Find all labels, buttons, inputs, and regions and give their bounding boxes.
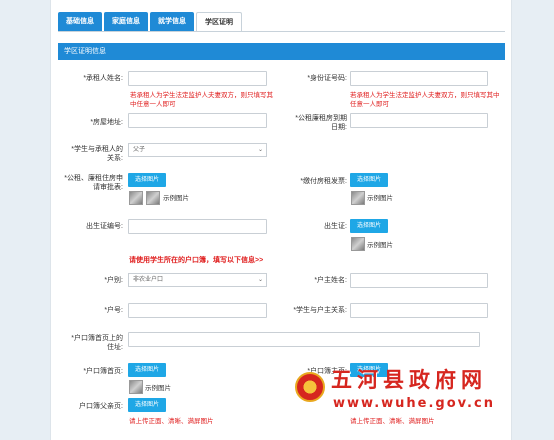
tab-family-info[interactable]: 家庭信息 xyxy=(104,12,148,31)
tab-bar: 基础信息 家庭信息 就学信息 学区证明 xyxy=(58,12,244,31)
chevron-down-icon: ⌄ xyxy=(257,147,263,153)
watermark-title: 五河县政府网 xyxy=(331,367,487,392)
lease-doc-sample-label: 示例图片 xyxy=(163,195,189,202)
rent-invoice-label: *缴付房租发票: xyxy=(300,178,347,185)
lease-expiry-input[interactable] xyxy=(350,113,488,128)
lease-expiry-label: *公租廉租房到期日期: xyxy=(295,115,347,131)
birth-cert-sample-label: 示例图片 xyxy=(367,242,393,249)
birth-cert-sample-thumbnail[interactable] xyxy=(351,237,365,251)
tab-school-info[interactable]: 就学信息 xyxy=(150,12,194,31)
birth-cert-choose-button[interactable]: 选择图片 xyxy=(350,219,388,233)
relation-renter-value: 父子 xyxy=(133,147,146,153)
id-number-label: *身份证号码: xyxy=(307,75,347,82)
householder-name-label: *户主姓名: xyxy=(314,277,347,284)
hukou-type-select[interactable]: 非农业户口 ⌄ xyxy=(128,273,267,287)
tab-district-proof[interactable]: 学区证明 xyxy=(196,12,242,31)
rent-invoice-sample-thumbnail[interactable] xyxy=(351,191,365,205)
hukou-first-page-sample-label: 示例图片 xyxy=(145,385,171,392)
id-number-input[interactable] xyxy=(350,71,488,86)
hukou-parent-page-choose-button[interactable]: 选择图片 xyxy=(128,398,166,412)
hukou-parent-page-label: 户口簿父亲页: xyxy=(79,403,123,410)
rent-invoice-sample-label: 示例图片 xyxy=(367,195,393,202)
hukou-no-label: *户号: xyxy=(104,307,123,314)
relation-householder-input[interactable] xyxy=(350,303,488,318)
house-address-input[interactable] xyxy=(128,113,267,128)
hukou-address-label: *户口簿首页上的住址: xyxy=(71,335,123,351)
hukou-address-input[interactable] xyxy=(128,332,480,347)
tab-divider xyxy=(58,31,505,32)
birth-cert-no-label: 出生证编号: xyxy=(86,223,123,230)
hukou-first-page-label: *户口簿首页: xyxy=(83,368,123,375)
house-address-label: *房屋地址: xyxy=(90,119,123,126)
hukou-upload-warning: 请上传正面、清晰、满屏图片 xyxy=(129,418,214,425)
birth-cert-label: 出生证: xyxy=(324,223,347,230)
relation-renter-select[interactable]: 父子 ⌄ xyxy=(128,143,267,157)
hukou-type-value: 非农业户口 xyxy=(133,277,164,283)
hukou-type-label: *户别: xyxy=(104,277,123,284)
lease-doc-sample-thumbnail[interactable] xyxy=(146,191,160,205)
renter-warning: 若承租人为学生法定监护人夫妻双方，则只填写其中任意一人即可 xyxy=(130,92,273,108)
hukou-first-page-sample-thumbnail[interactable] xyxy=(129,380,143,394)
watermark: 五河县政府网 www.wuhe.gov.cn xyxy=(295,364,511,426)
section-header: 学区证明信息 xyxy=(58,43,505,60)
relation-renter-label: *学生与承租人的关系: xyxy=(71,146,123,162)
hukou-first-page-choose-button[interactable]: 选择图片 xyxy=(128,363,166,377)
renter-name-label: *承租人姓名: xyxy=(83,75,123,82)
lease-doc-thumbnail xyxy=(129,191,143,205)
id-warning: 若承租人为学生法定监护人夫妻双方，则只填写其中任意一人即可 xyxy=(350,92,500,108)
rent-invoice-choose-button[interactable]: 选择图片 xyxy=(350,173,388,187)
tab-basic-info[interactable]: 基础信息 xyxy=(58,12,102,31)
watermark-url: www.wuhe.gov.cn xyxy=(333,396,495,411)
chevron-down-icon: ⌄ xyxy=(257,277,263,283)
householder-name-input[interactable] xyxy=(350,273,488,288)
birth-cert-no-input[interactable] xyxy=(128,219,267,234)
national-emblem-icon xyxy=(295,372,325,402)
hukou-note: 请使用学生所在的户口簿，填写以下信息>> xyxy=(129,257,264,264)
renter-name-input[interactable] xyxy=(128,71,267,86)
lease-doc-choose-button[interactable]: 选择图片 xyxy=(128,173,166,187)
hukou-no-input[interactable] xyxy=(128,303,267,318)
relation-householder-label: *学生与户主关系: xyxy=(293,307,347,314)
lease-doc-label: *公租、廉租住房申请审批表: xyxy=(64,175,123,191)
